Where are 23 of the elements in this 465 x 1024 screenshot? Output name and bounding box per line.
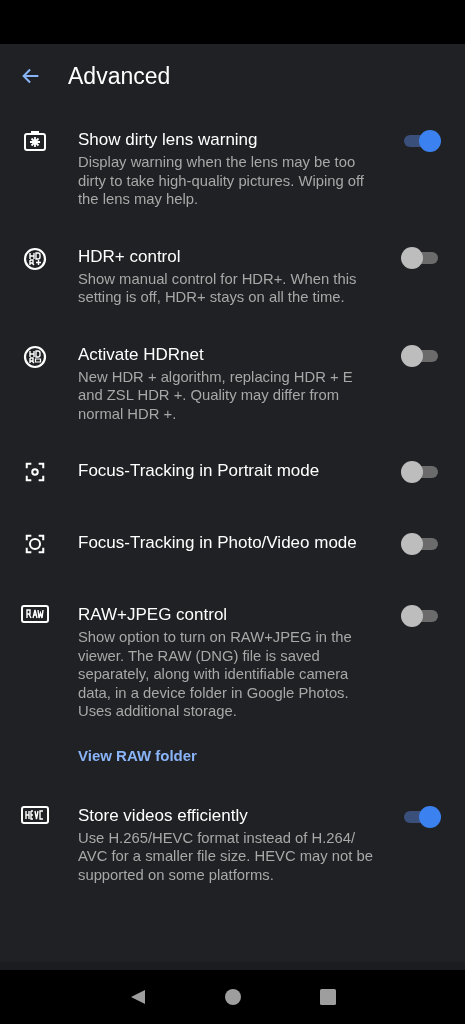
file-format-badge-icon — [21, 605, 49, 623]
setting-description: Show manual control for HDR+. When this setting is off, HDR+ stays on all the time. — [78, 269, 358, 307]
setting-description: Display warning when the lens may be too dirty to take high-quality pictures. Wiping off the lens may help. — [78, 153, 365, 209]
setting-title: RAW+JPEG control — [78, 604, 229, 626]
camera-lens-icon — [23, 130, 47, 152]
setting-title: Show dirty lens warning — [78, 129, 259, 151]
focus-frame-icon — [24, 461, 46, 483]
hdr-circle-icon — [23, 246, 47, 271]
file-format-badge-icon — [21, 805, 49, 824]
view-folder-link[interactable]: View RAW folder — [78, 746, 197, 764]
setting-description: New HDR + algorithm, replacing HDR + E and ZSL HDR +. Quality may differ from normal HDR +. — [78, 367, 354, 423]
setting-title: Focus-Tracking in Photo/Video mode — [78, 532, 358, 554]
setting-title: Activate HDRnet — [78, 343, 205, 366]
hdr-circle-icon — [23, 344, 47, 369]
page-title: Advanced — [68, 62, 171, 90]
recents-icon[interactable] — [318, 988, 337, 1006]
setting-description: Use H.265/HEVC format instead of H.264/ AVC for a smaller file size. HEVC may not be supported on some platforms. — [78, 828, 374, 884]
setting-title: Focus-Tracking in Portrait mode — [78, 460, 321, 482]
setting-title: Store videos efficiently — [78, 804, 249, 827]
focus-frame-icon — [24, 533, 46, 555]
home-icon[interactable] — [223, 988, 242, 1006]
setting-title: HDR+ control — [78, 245, 182, 268]
setting-description: Show option to turn on RAW+JPEG in the viewer. The RAW (DNG) file is saved separately, along with identifiable camera data, in a device folder in Google Photos. Uses additional storage. — [78, 628, 353, 721]
